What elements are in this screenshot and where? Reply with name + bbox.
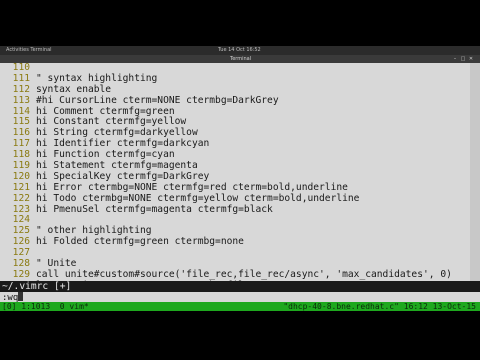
line-text: " Unite [36,258,77,270]
maximize-icon[interactable]: □ [460,56,466,62]
line-number: 113 [12,94,30,106]
line-text: hi PmenuSel ctermfg=magenta ctermfg=blac… [36,203,273,215]
gnome-top-bar: Activities Terminal Tue 14 Oct 16:52 [0,46,480,55]
line-text: call unite#custom#source('file_rec,file_… [36,268,452,280]
line-text: " other highlighting [36,225,152,237]
line-number: 122 [12,192,30,204]
tmux-window-list[interactable]: [0] 1:1013 0 vim* [2,302,89,311]
line-text: hi Error ctermbg=NONE ctermfg=red cterm=… [36,181,348,193]
line-text: hi Constant ctermfg=yellow [36,116,187,128]
close-icon[interactable]: ✕ [468,56,474,62]
line-text: hi Todo ctermbg=NONE ctermfg=yellow cter… [36,192,360,204]
vim-buffer[interactable]: 110 111 " syntax highlighting 112 syntax ena… [0,63,480,281]
window-titlebar: Terminal – □ ✕ [0,55,480,63]
terminal-app-menu[interactable]: Terminal [30,47,51,53]
vim-command-line[interactable]: :wq [0,292,480,303]
window-title: Terminal [230,56,252,62]
clock[interactable]: Tue 14 Oct 16:52 [218,46,261,55]
terminal-scrollbar[interactable] [470,63,480,281]
activities-button[interactable]: Activities Terminal [6,46,52,55]
minimize-icon[interactable]: – [452,56,458,62]
editor-line[interactable]: 123 hi PmenuSel ctermfg=magenta ctermfg=b… [0,203,480,216]
activities-label: Activities [6,47,29,53]
line-text: syntax enable [36,83,112,95]
line-text: hi Function ctermfg=cyan [36,149,175,161]
text-cursor [18,292,24,301]
tmux-host-clock: "dhcp-40-8.bne.redhat.c" 16:12 13-Oct-15 [283,302,476,311]
line-text: hi Folded ctermfg=green ctermbg=none [36,236,244,248]
line-text: hi Statement ctermfg=magenta [36,160,198,172]
line-text: " syntax highlighting [36,72,158,84]
line-text: hi String ctermfg=darkyellow [36,127,198,139]
editor-line[interactable]: 126 hi Folded ctermfg=green ctermbg=none [0,236,480,248]
line-text: hi Identifier ctermfg=darkcyan [36,138,210,150]
line-text: hi Comment ctermfg=green [36,105,175,117]
tmux-status-bar: [0] 1:1013 0 vim* "dhcp-40-8.bne.redhat.… [0,302,480,311]
vim-statusline: ~/.vimrc [+] [0,281,480,292]
line-text: hi SpecialKey ctermfg=DarkGrey [36,170,210,182]
line-text: #hi CursorLine cterm=NONE ctermbg=DarkGr… [36,94,279,106]
screen-frame: Activities Terminal Tue 14 Oct 16:52 Ter… [0,0,480,360]
